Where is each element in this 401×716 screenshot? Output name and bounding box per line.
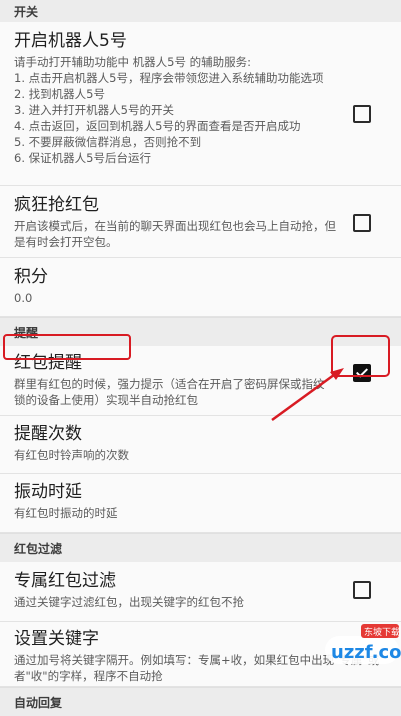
annotation-arrow-icon — [271, 368, 344, 422]
watermark-badge: 东坡下载 — [364, 626, 400, 638]
section-autoreply-label: 自动回复 — [14, 695, 63, 710]
watermark-logo: uzzf.com 东坡下载 — [323, 622, 401, 666]
uzzf-logo-icon: uzzf.com 东坡下载 — [325, 624, 401, 664]
watermark-text: uzzf.com — [331, 642, 401, 663]
